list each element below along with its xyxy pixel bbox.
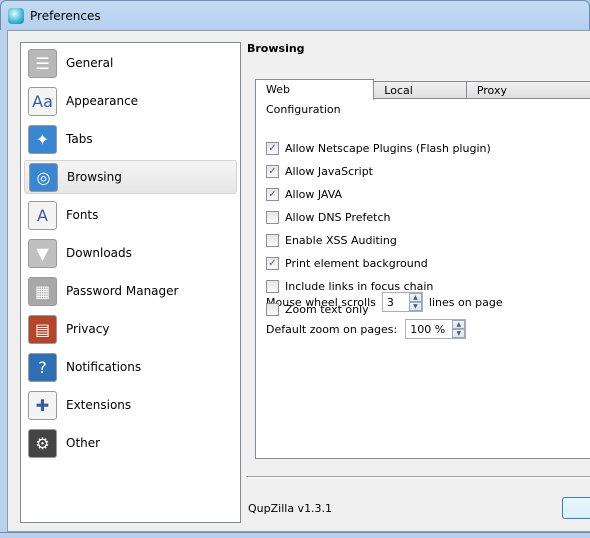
gear-icon: ⚙	[28, 428, 57, 458]
sidebar-item-password-manager[interactable]: ▦ Password Manager	[24, 274, 237, 308]
web-configuration-panel: Mouse wheel scrolls 3 ▲ ▼ lines on page D…	[255, 98, 590, 459]
checkbox-row[interactable]: Enable XSS Auditing	[266, 234, 397, 247]
sidebar-item-label: Downloads	[66, 246, 132, 260]
sidebar-item-appearance[interactable]: Aa Appearance	[24, 84, 237, 118]
sliders-icon: ☰	[28, 48, 57, 78]
spin-down-icon[interactable]: ▼	[408, 302, 422, 311]
checkbox-label: Allow Netscape Plugins (Flash plugin)	[285, 142, 491, 155]
sidebar-item-label: Tabs	[66, 132, 93, 146]
section-header: Browsing	[247, 42, 305, 55]
checkbox[interactable]: ✓	[266, 165, 279, 178]
compass-icon: ◎	[29, 162, 58, 192]
sidebar: ☰ General Aa Appearance ✦ Tabs ◎ Browsing A Fonts…	[20, 42, 241, 523]
sidebar-item-label: Privacy	[66, 322, 110, 336]
spin-up-icon[interactable]: ▲	[408, 293, 422, 302]
checkbox-row[interactable]: ✓ Allow Netscape Plugins (Flash plugin)	[266, 142, 491, 155]
sidebar-item-label: Password Manager	[66, 284, 179, 298]
sidebar-item-label: Notifications	[66, 360, 142, 374]
app-icon	[8, 8, 24, 24]
checkbox-label: Allow JavaScript	[285, 165, 373, 178]
mouse-wheel-suffix: lines on page	[428, 295, 503, 309]
checkbox-row[interactable]: ✓ Allow JAVA	[266, 188, 342, 201]
default-zoom-spinbox[interactable]: 100 % ▲ ▼	[405, 319, 467, 339]
window-title: Preferences	[30, 9, 101, 23]
sidebar-item-general[interactable]: ☰ General	[24, 46, 237, 80]
checkbox-row[interactable]: ✓ Allow JavaScript	[266, 165, 373, 178]
checkbox-row[interactable]: ✓ Print element background	[266, 257, 428, 270]
checkbox-label: Allow JAVA	[285, 188, 343, 201]
sidebar-item-notifications[interactable]: ? Notifications	[24, 350, 237, 384]
default-zoom-row: Default zoom on pages: 100 % ▲ ▼	[266, 319, 472, 339]
brick-wall-icon: ▤	[28, 314, 57, 344]
sidebar-item-label: General	[66, 56, 114, 70]
checkbox-label: Allow DNS Prefetch	[285, 211, 391, 224]
world-map-icon: ✦	[28, 124, 57, 154]
checkbox-label: Print element background	[285, 257, 428, 270]
window-frame	[0, 532, 590, 538]
sidebar-item-label: Appearance	[66, 94, 139, 108]
sidebar-item-tabs[interactable]: ✦ Tabs	[24, 122, 237, 156]
close-button[interactable]	[562, 497, 590, 519]
divider	[246, 476, 590, 478]
tab-bar: Web ConfigurationLocal StorageProxy Conf…	[255, 79, 590, 116]
checkbox-label: Enable XSS Auditing	[285, 234, 397, 247]
default-zoom-value: 100 %	[410, 322, 446, 336]
sidebar-item-label: Extensions	[66, 398, 132, 412]
palette-icon: Aa	[28, 86, 57, 116]
checkbox-row[interactable]: Include links in focus chain	[266, 280, 433, 293]
checkbox-label: Include links in focus chain	[285, 280, 434, 293]
sidebar-item-downloads[interactable]: ▼ Downloads	[24, 236, 237, 270]
sidebar-item-privacy[interactable]: ▤ Privacy	[24, 312, 237, 346]
checkbox-row[interactable]: Allow DNS Prefetch	[266, 211, 391, 224]
sidebar-item-label: Browsing	[67, 170, 122, 184]
font-icon: A	[28, 200, 57, 230]
preferences-dialog: ☰ General Aa Appearance ✦ Tabs ◎ Browsing A Fonts…	[7, 30, 590, 532]
checkbox[interactable]	[266, 303, 279, 316]
sidebar-item-extensions[interactable]: ✚ Extensions	[24, 388, 237, 422]
spin-up-icon[interactable]: ▲	[452, 320, 466, 329]
puzzle-icon: ✚	[28, 390, 57, 420]
tab-web-configuration[interactable]: Web Configuration	[255, 79, 375, 116]
title-bar: Preferences	[0, 0, 590, 30]
checkbox[interactable]	[266, 234, 279, 247]
spin-down-icon[interactable]: ▼	[452, 329, 466, 338]
sidebar-item-browsing[interactable]: ◎ Browsing	[24, 160, 237, 194]
checkbox[interactable]	[266, 211, 279, 224]
version-label: QupZilla v1.3.1	[248, 502, 333, 515]
download-arrow-icon: ▼	[28, 238, 57, 268]
mouse-wheel-value: 3	[386, 295, 394, 309]
checkbox-row[interactable]: Zoom text only	[266, 303, 369, 316]
keypad-icon: ▦	[28, 276, 57, 306]
checkbox[interactable]	[266, 280, 279, 293]
checkbox[interactable]: ✓	[266, 188, 279, 201]
default-zoom-label: Default zoom on pages:	[266, 322, 398, 336]
question-bubble-icon: ?	[28, 352, 57, 382]
sidebar-item-other[interactable]: ⚙ Other	[24, 426, 237, 460]
checkbox[interactable]: ✓	[266, 257, 279, 270]
sidebar-item-label: Fonts	[66, 208, 99, 222]
checkbox[interactable]: ✓	[266, 142, 279, 155]
sidebar-item-fonts[interactable]: A Fonts	[24, 198, 237, 232]
checkbox-label: Zoom text only	[285, 303, 369, 316]
sidebar-item-label: Other	[66, 436, 101, 450]
mouse-wheel-spinbox[interactable]: 3 ▲ ▼	[381, 292, 423, 312]
